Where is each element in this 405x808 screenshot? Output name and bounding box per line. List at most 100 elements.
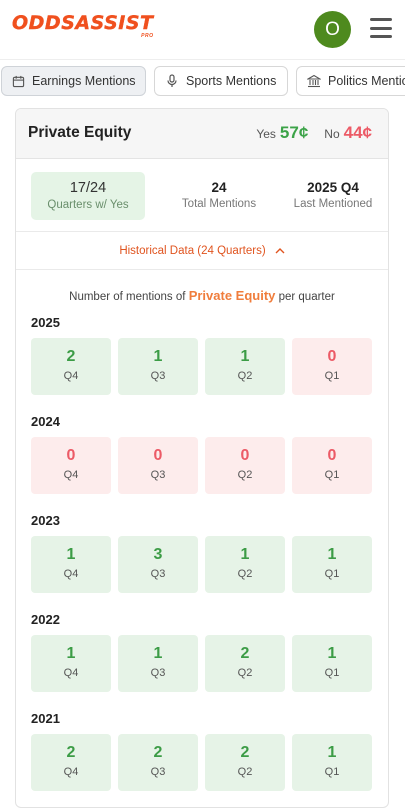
caption-term: Private Equity bbox=[188, 288, 276, 303]
market-prices: Yes 57¢ No 44¢ bbox=[256, 123, 372, 143]
quarter-label: Q3 bbox=[150, 469, 166, 481]
hamburger-menu-icon[interactable] bbox=[370, 18, 392, 38]
quarter-label: Q3 bbox=[150, 568, 166, 580]
quarter-label: Q3 bbox=[150, 370, 166, 382]
stat-quarters-with-yes: 17/24 Quarters w/ Yes bbox=[31, 172, 145, 220]
quarter-count: 0 bbox=[240, 447, 250, 464]
quarter-cell: 0 Q2 bbox=[205, 437, 285, 494]
year-block-2021: 2021 2 Q4 2 Q3 2 Q2 1 Q1 bbox=[16, 711, 388, 791]
calendar-icon bbox=[12, 74, 25, 88]
quarter-cell: 3 Q3 bbox=[118, 536, 198, 593]
year-label: 2025 bbox=[31, 315, 60, 330]
quarter-count: 0 bbox=[327, 447, 337, 464]
quarter-count: 2 bbox=[153, 744, 163, 761]
tab-politics-mentions[interactable]: Politics Mentions bbox=[296, 66, 405, 96]
historical-data-toggle[interactable]: Historical Data (24 Quarters) bbox=[16, 232, 388, 270]
quarter-cell: 0 Q3 bbox=[118, 437, 198, 494]
quarter-label: Q2 bbox=[237, 667, 253, 679]
quarter-cell: 2 Q2 bbox=[205, 635, 285, 692]
quarter-cell: 1 Q3 bbox=[118, 635, 198, 692]
market-title: Private Equity bbox=[28, 124, 132, 141]
logo-sub: PRO bbox=[141, 33, 154, 39]
year-block-2023: 2023 1 Q4 3 Q3 1 Q2 1 Q1 bbox=[16, 513, 388, 593]
market-card: Private Equity Yes 57¢ No 44¢ 17/24 Quar… bbox=[15, 108, 389, 808]
quarter-cell: 1 Q1 bbox=[292, 635, 372, 692]
quarter-label: Q2 bbox=[237, 766, 253, 778]
stat-total-mentions: 24 Total Mentions bbox=[164, 172, 274, 220]
tab-earnings-mentions[interactable]: Earnings Mentions bbox=[1, 66, 146, 96]
logo-text: ODDSASSIST bbox=[12, 12, 154, 34]
quarter-count: 3 bbox=[153, 546, 163, 563]
quarter-label: Q4 bbox=[63, 469, 79, 481]
yes-price[interactable]: 57¢ bbox=[280, 123, 308, 143]
logo[interactable]: ODDSASSIST PRO bbox=[12, 12, 154, 39]
year-block-2022: 2022 1 Q4 1 Q3 2 Q2 1 Q1 bbox=[16, 612, 388, 692]
quarter-count: 1 bbox=[153, 645, 163, 662]
quarter-count: 1 bbox=[66, 645, 76, 662]
quarter-count: 1 bbox=[66, 546, 76, 563]
quarter-grid: 2 Q4 2 Q3 2 Q2 1 Q1 bbox=[31, 734, 388, 791]
chevron-up-icon bbox=[275, 247, 285, 254]
quarter-cell: 2 Q4 bbox=[31, 338, 111, 395]
tab-sports-mentions[interactable]: Sports Mentions bbox=[154, 66, 288, 96]
top-bar: ODDSASSIST PRO O bbox=[0, 0, 405, 60]
quarter-grid: 1 Q4 1 Q3 2 Q2 1 Q1 bbox=[31, 635, 388, 692]
bank-icon bbox=[307, 74, 321, 88]
quarter-label: Q3 bbox=[150, 667, 166, 679]
avatar[interactable]: O bbox=[314, 11, 351, 48]
year-block-2024: 2024 0 Q4 0 Q3 0 Q2 0 Q1 bbox=[16, 414, 388, 494]
quarter-label: Q2 bbox=[237, 370, 253, 382]
history-caption: Number of mentions of Private Equity per… bbox=[16, 288, 388, 303]
stat-last-mentioned: 2025 Q4 Last Mentioned bbox=[281, 172, 385, 220]
quarter-cell: 2 Q4 bbox=[31, 734, 111, 791]
quarter-cell: 1 Q3 bbox=[118, 338, 198, 395]
stat-value: 24 bbox=[211, 180, 227, 195]
mention-tabs: Earnings Mentions Sports Mentions Politi… bbox=[0, 66, 405, 98]
tab-label: Earnings Mentions bbox=[32, 74, 136, 88]
no-price[interactable]: 44¢ bbox=[344, 123, 372, 143]
quarter-label: Q4 bbox=[63, 370, 79, 382]
quarter-count: 1 bbox=[240, 546, 250, 563]
stat-label: Total Mentions bbox=[181, 198, 257, 210]
historical-data-label: Historical Data (24 Quarters) bbox=[119, 244, 266, 257]
year-label: 2024 bbox=[31, 414, 60, 429]
stat-label: Last Mentioned bbox=[293, 198, 373, 210]
stat-label: Quarters w/ Yes bbox=[47, 199, 129, 211]
year-label: 2022 bbox=[31, 612, 60, 627]
quarter-label: Q4 bbox=[63, 766, 79, 778]
quarter-cell: 1 Q4 bbox=[31, 536, 111, 593]
year-block-2025: 2025 2 Q4 1 Q3 1 Q2 0 Q1 bbox=[16, 315, 388, 395]
quarter-grid: 2 Q4 1 Q3 1 Q2 0 Q1 bbox=[31, 338, 388, 395]
quarter-label: Q4 bbox=[63, 568, 79, 580]
yes-label: Yes bbox=[256, 127, 276, 141]
tab-label: Sports Mentions bbox=[186, 74, 277, 88]
stat-value: 17/24 bbox=[69, 180, 107, 196]
quarter-cell: 2 Q2 bbox=[205, 734, 285, 791]
quarter-count: 0 bbox=[153, 447, 163, 464]
quarter-count: 1 bbox=[327, 744, 337, 761]
quarter-cell: 0 Q1 bbox=[292, 437, 372, 494]
quarter-label: Q1 bbox=[324, 370, 340, 382]
quarter-label: Q3 bbox=[150, 766, 166, 778]
tab-label: Politics Mentions bbox=[328, 74, 405, 88]
quarter-count: 1 bbox=[153, 348, 163, 365]
quarter-count: 2 bbox=[240, 744, 250, 761]
stat-value: 2025 Q4 bbox=[307, 180, 359, 195]
quarter-count: 0 bbox=[327, 348, 337, 365]
microphone-icon bbox=[165, 74, 179, 88]
quarter-cell: 1 Q1 bbox=[292, 536, 372, 593]
quarter-label: Q2 bbox=[237, 469, 253, 481]
quarter-count: 2 bbox=[66, 348, 76, 365]
quarter-count: 1 bbox=[327, 645, 337, 662]
quarter-cell: 1 Q2 bbox=[205, 536, 285, 593]
market-card-header: Private Equity Yes 57¢ No 44¢ bbox=[16, 109, 388, 159]
quarter-cell: 1 Q1 bbox=[292, 734, 372, 791]
year-label: 2021 bbox=[31, 711, 60, 726]
quarter-label: Q1 bbox=[324, 568, 340, 580]
quarter-label: Q2 bbox=[237, 568, 253, 580]
quarter-count: 2 bbox=[240, 645, 250, 662]
quarter-cell: 1 Q4 bbox=[31, 635, 111, 692]
quarter-cell: 0 Q4 bbox=[31, 437, 111, 494]
no-label: No bbox=[324, 127, 340, 141]
quarter-count: 1 bbox=[327, 546, 337, 563]
